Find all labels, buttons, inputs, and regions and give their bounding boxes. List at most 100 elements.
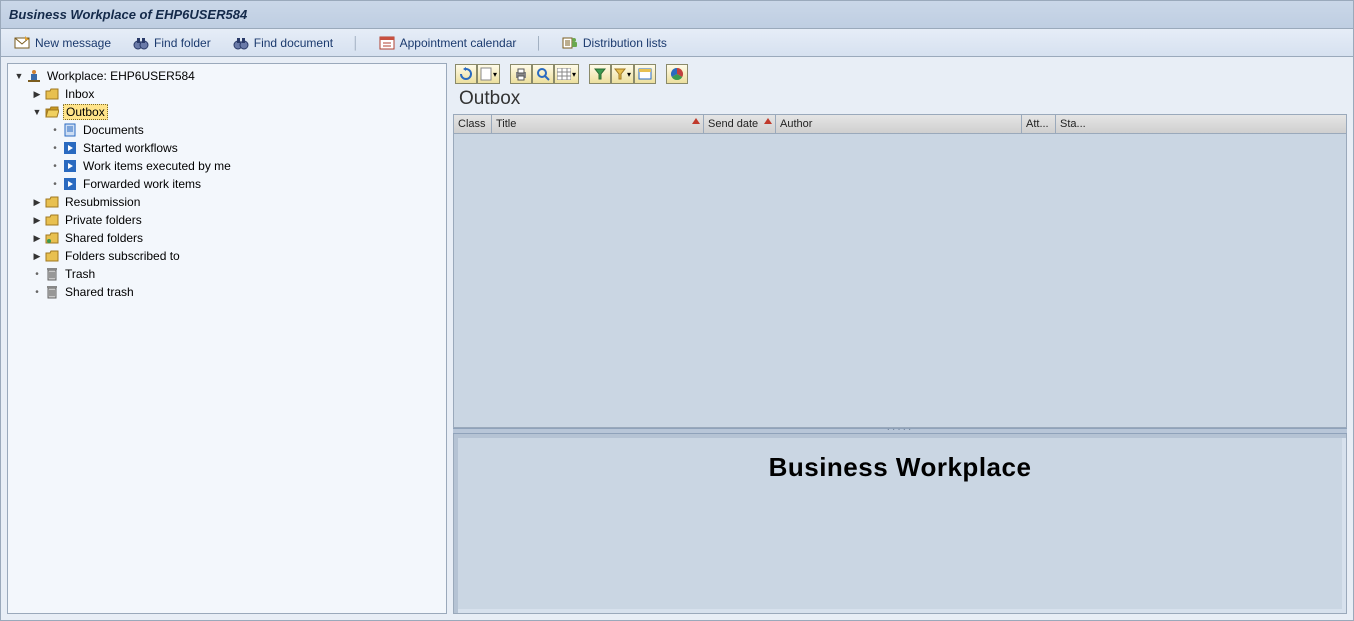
tree-label: Private folders bbox=[63, 213, 144, 227]
expand-icon[interactable]: ▶ bbox=[30, 251, 44, 262]
document-icon bbox=[62, 122, 78, 138]
find-folder-label: Find folder bbox=[154, 36, 211, 50]
expand-icon[interactable]: ▶ bbox=[30, 197, 44, 208]
tree-label: Started workflows bbox=[81, 141, 180, 155]
appointment-calendar-button[interactable]: Appointment calendar bbox=[376, 33, 520, 53]
shared-folder-icon bbox=[44, 230, 60, 246]
folder-open-icon bbox=[44, 104, 60, 120]
leaf-bullet: • bbox=[30, 269, 44, 280]
folder-closed-icon bbox=[44, 194, 60, 210]
tree-node-inbox[interactable]: ▶ Inbox bbox=[8, 85, 446, 103]
workflow-icon bbox=[62, 158, 78, 174]
column-author[interactable]: Author bbox=[776, 115, 1022, 133]
col-label: Sta... bbox=[1060, 118, 1086, 130]
print-preview-button[interactable] bbox=[532, 64, 554, 84]
workplace-icon bbox=[26, 68, 42, 84]
distribution-lists-button[interactable]: Distribution lists bbox=[559, 33, 670, 53]
new-message-label: New message bbox=[35, 36, 111, 50]
tree-node-work-items-executed[interactable]: • Work items executed by me bbox=[8, 157, 446, 175]
layout-icon bbox=[638, 68, 652, 80]
toolbar-separator: │ bbox=[535, 36, 543, 50]
layout-button[interactable] bbox=[634, 64, 656, 84]
leaf-bullet: • bbox=[30, 287, 44, 298]
tree-node-folders-subscribed[interactable]: ▶ Folders subscribed to bbox=[8, 247, 446, 265]
refresh-button[interactable] bbox=[455, 64, 477, 84]
tree-label: Folders subscribed to bbox=[63, 249, 182, 263]
titlebar: Business Workplace of EHP6USER584 bbox=[1, 1, 1353, 29]
expand-icon[interactable]: ▶ bbox=[30, 233, 44, 244]
leaf-bullet: • bbox=[48, 125, 62, 136]
filter-set-button[interactable] bbox=[589, 64, 611, 84]
filter-delete-button[interactable]: ▾ bbox=[611, 64, 634, 84]
tree-label: Resubmission bbox=[63, 195, 142, 209]
col-label: Att... bbox=[1026, 118, 1049, 130]
tree-label: Documents bbox=[81, 123, 146, 137]
calendar-icon bbox=[379, 35, 395, 51]
folder-closed-icon bbox=[44, 86, 60, 102]
horizontal-splitter[interactable] bbox=[453, 428, 1347, 434]
chart-icon bbox=[670, 67, 684, 81]
distribution-list-icon bbox=[562, 35, 578, 51]
body: ▼ Workplace: EHP6USER584 ▶ bbox=[1, 57, 1353, 620]
tree-node-outbox[interactable]: ▼ Outbox bbox=[8, 103, 446, 121]
tree-label: Trash bbox=[63, 267, 97, 281]
leaf-bullet: • bbox=[48, 143, 62, 154]
workflow-icon bbox=[62, 176, 78, 192]
binoculars-icon bbox=[133, 35, 149, 51]
expand-icon[interactable]: ▶ bbox=[30, 215, 44, 226]
column-title[interactable]: Title bbox=[492, 115, 704, 133]
trash-icon bbox=[44, 266, 60, 282]
tree-label: Forwarded work items bbox=[81, 177, 203, 191]
dropdown-icon: ▾ bbox=[493, 70, 497, 79]
col-label: Class bbox=[458, 118, 486, 130]
tree-node-documents[interactable]: • Documents bbox=[8, 121, 446, 139]
expand-icon[interactable]: ▶ bbox=[30, 89, 44, 100]
binoculars-icon bbox=[233, 35, 249, 51]
column-send-date[interactable]: Send date bbox=[704, 115, 776, 133]
distribution-lists-label: Distribution lists bbox=[583, 36, 667, 50]
column-status[interactable]: Sta... bbox=[1056, 115, 1090, 133]
tree-label: Outbox bbox=[63, 104, 108, 120]
tree-node-workplace[interactable]: ▼ Workplace: EHP6USER584 bbox=[8, 67, 446, 85]
tree-node-shared-folders[interactable]: ▶ Shared folders bbox=[8, 229, 446, 247]
print-icon bbox=[514, 67, 528, 81]
col-label: Author bbox=[780, 118, 812, 130]
table-body[interactable] bbox=[454, 134, 1346, 427]
tree-node-started-workflows[interactable]: • Started workflows bbox=[8, 139, 446, 157]
table-header: Class Title Send date Author Att... Sta.… bbox=[454, 115, 1346, 134]
graphic-button[interactable] bbox=[666, 64, 688, 84]
preview-heading: Business Workplace bbox=[769, 452, 1032, 483]
refresh-icon bbox=[459, 67, 473, 81]
find-folder-button[interactable]: Find folder bbox=[130, 33, 214, 53]
column-class[interactable]: Class bbox=[454, 115, 492, 133]
tree-node-forwarded-work-items[interactable]: • Forwarded work items bbox=[8, 175, 446, 193]
col-label: Title bbox=[496, 118, 516, 130]
tree-label: Inbox bbox=[63, 87, 96, 101]
window-title: Business Workplace of EHP6USER584 bbox=[9, 7, 247, 22]
leaf-bullet: • bbox=[48, 161, 62, 172]
print-button[interactable] bbox=[510, 64, 532, 84]
new-message-button[interactable]: New message bbox=[11, 33, 114, 53]
tree-node-trash[interactable]: • Trash bbox=[8, 265, 446, 283]
export-button[interactable]: ▾ bbox=[554, 64, 579, 84]
list-toolbar: ▾ ▾ ▾ bbox=[453, 63, 1347, 85]
collapse-icon[interactable]: ▼ bbox=[12, 71, 26, 81]
tree-node-resubmission[interactable]: ▶ Resubmission bbox=[8, 193, 446, 211]
column-attachments[interactable]: Att... bbox=[1022, 115, 1056, 133]
filter-icon bbox=[614, 68, 626, 80]
tree-node-private-folders[interactable]: ▶ Private folders bbox=[8, 211, 446, 229]
sort-asc-icon bbox=[692, 118, 700, 124]
collapse-icon[interactable]: ▼ bbox=[30, 107, 44, 117]
tree-node-shared-trash[interactable]: • Shared trash bbox=[8, 283, 446, 301]
filter-icon bbox=[594, 68, 606, 80]
appointment-calendar-label: Appointment calendar bbox=[400, 36, 517, 50]
folder-closed-icon bbox=[44, 212, 60, 228]
toolbar-separator: │ bbox=[352, 36, 360, 50]
find-document-button[interactable]: Find document bbox=[230, 33, 336, 53]
dropdown-icon: ▾ bbox=[572, 70, 576, 79]
main-toolbar: New message Find folder Find document │ … bbox=[1, 29, 1353, 57]
document-icon bbox=[480, 67, 492, 81]
folder-closed-icon bbox=[44, 248, 60, 264]
execute-button[interactable]: ▾ bbox=[477, 64, 500, 84]
dropdown-icon: ▾ bbox=[627, 70, 631, 79]
